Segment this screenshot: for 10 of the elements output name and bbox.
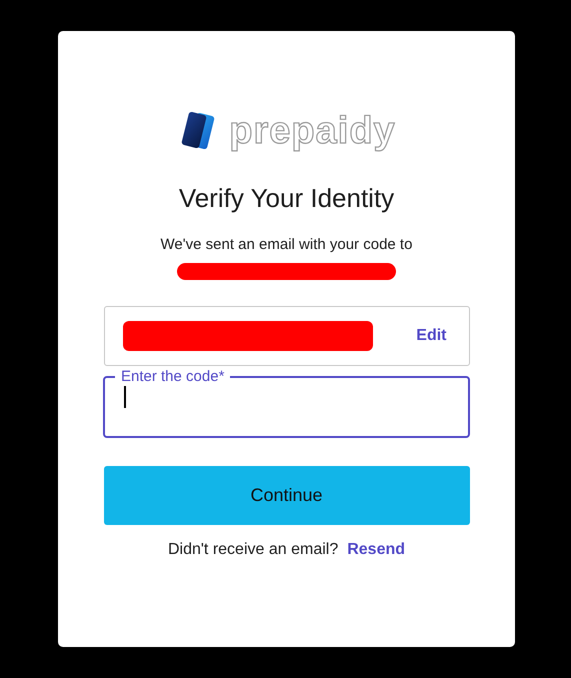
- field-label: Enter the code*: [120, 368, 226, 386]
- sent-message: We've sent an email with your code to: [160, 236, 412, 253]
- text-cursor: [124, 386, 126, 408]
- edit-link[interactable]: Edit: [416, 327, 446, 345]
- logo-wordmark: prepaidy: [229, 110, 396, 152]
- continue-button[interactable]: Continue: [104, 466, 470, 525]
- page-title: Verify Your Identity: [178, 183, 394, 214]
- code-input-field[interactable]: Enter the code*: [103, 368, 470, 438]
- resend-link[interactable]: Resend: [347, 541, 406, 559]
- resend-prompt: Didn't receive an email?: [168, 541, 338, 559]
